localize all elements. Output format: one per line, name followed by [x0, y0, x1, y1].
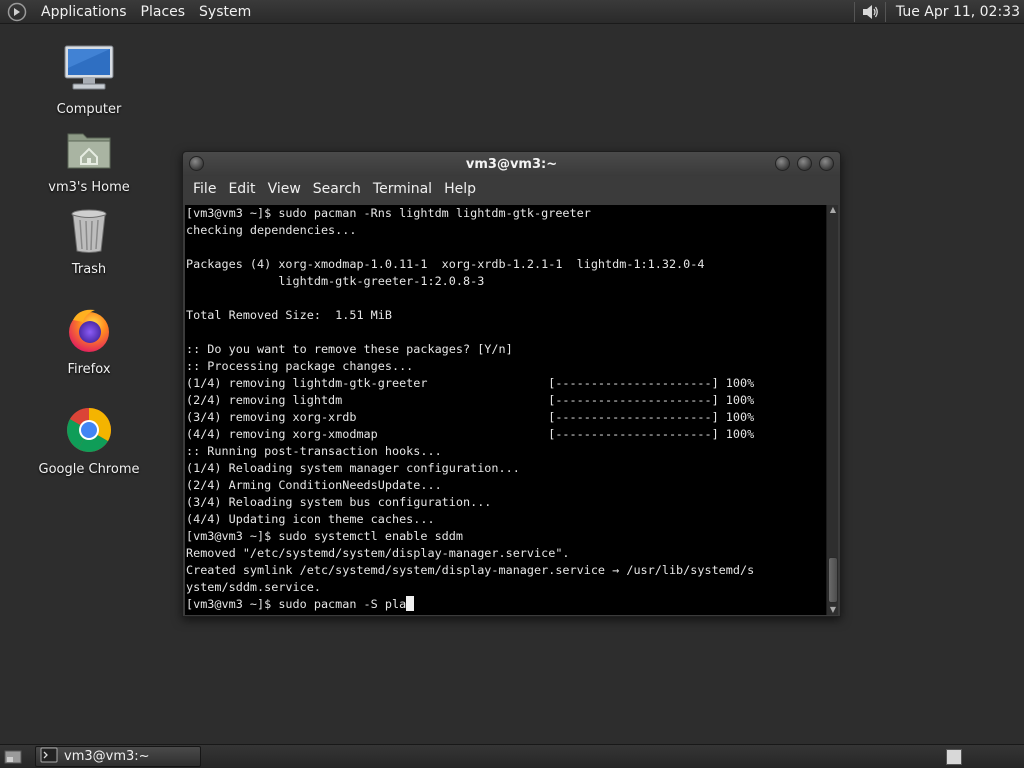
desktop-icon-firefox[interactable]: Firefox — [29, 306, 149, 377]
terminal-line: (1/4) removing lightdm-gtk-greeter [----… — [186, 376, 755, 390]
terminal-line: :: Do you want to remove these packages?… — [186, 342, 513, 356]
places-menu[interactable]: Places — [134, 0, 193, 24]
chrome-icon — [65, 406, 113, 458]
workspace-switcher[interactable] — [946, 748, 962, 765]
terminal-line: :: Processing package changes... — [186, 359, 414, 373]
terminal-line: (3/4) Reloading system bus configuration… — [186, 495, 492, 509]
maximize-button[interactable] — [797, 156, 812, 171]
scroll-down-arrow-icon[interactable]: ▼ — [827, 605, 839, 615]
prompt-text: [vm3@vm3 ~]$ sudo pacman -S pla — [186, 597, 407, 611]
terminal-line: Total Removed Size: 1.51 MiB — [186, 308, 392, 322]
close-button[interactable] — [819, 156, 834, 171]
terminal-line: (2/4) Arming ConditionNeedsUpdate... — [186, 478, 442, 492]
terminal-line: (3/4) removing xorg-xrdb [--------------… — [186, 410, 755, 424]
terminal-line: checking dependencies... — [186, 223, 357, 237]
desktop-icon-trash[interactable]: Trash — [29, 208, 149, 277]
terminal-window[interactable]: vm3@vm3:~ File Edit View Search Terminal… — [182, 151, 841, 617]
clock[interactable]: Tue Apr 11, 02:33 — [890, 4, 1024, 20]
terminal-line: ystem/sddm.service. — [186, 580, 321, 594]
home-folder-icon — [65, 128, 113, 176]
show-desktop-icon[interactable] — [3, 748, 23, 766]
terminal-line: lightdm-gtk-greeter-1:2.0.8-3 — [186, 274, 485, 288]
trash-icon — [69, 208, 109, 258]
desktop-icon-label: Trash — [71, 262, 107, 277]
system-menu[interactable]: System — [192, 0, 258, 24]
panel-separator — [884, 1, 886, 22]
scroll-up-arrow-icon[interactable]: ▲ — [827, 205, 839, 215]
applications-menu[interactable]: Applications — [34, 0, 134, 24]
terminal-prompt-line: [vm3@vm3 ~]$ sudo pacman -S pla — [186, 596, 827, 613]
text-cursor — [406, 596, 415, 611]
desktop-icon-label: Firefox — [67, 362, 111, 377]
main-menu-logo-icon[interactable] — [6, 1, 28, 23]
desktop-icon-chrome[interactable]: Google Chrome — [29, 406, 149, 477]
terminal-line: :: Running post-transaction hooks... — [186, 444, 442, 458]
terminal-scrollbar[interactable]: ▲ ▼ — [826, 205, 838, 615]
desktop-icon-computer[interactable]: Computer — [29, 44, 149, 117]
terminal-line: Packages (4) xorg-xmodmap-1.0.11-1 xorg-… — [186, 257, 705, 271]
terminal-line: Created symlink /etc/systemd/system/disp… — [186, 563, 755, 577]
terminal-line: [vm3@vm3 ~]$ sudo pacman -Rns lightdm li… — [186, 206, 591, 220]
panel-separator — [853, 1, 855, 22]
terminal-icon — [40, 747, 58, 767]
scrollbar-thumb[interactable] — [828, 557, 838, 603]
computer-icon — [63, 44, 115, 98]
terminal-line: (2/4) removing lightdm [----------------… — [186, 393, 755, 407]
terminal-lines: [vm3@vm3 ~]$ sudo pacman -Rns lightdm li… — [185, 205, 827, 613]
terminal-line: (4/4) removing xorg-xmodmap [-----------… — [186, 427, 755, 441]
menu-help[interactable]: Help — [438, 181, 482, 197]
menu-search[interactable]: Search — [307, 181, 367, 197]
desktop-icon-label: vm3's Home — [48, 180, 130, 195]
minimize-button[interactable] — [775, 156, 790, 171]
window-title: vm3@vm3:~ — [465, 156, 558, 172]
firefox-icon — [65, 306, 113, 358]
desktop-icon-label: Google Chrome — [38, 462, 140, 477]
terminal-line: (1/4) Reloading system manager configura… — [186, 461, 520, 475]
bottom-panel: vm3@vm3:~ — [0, 744, 1024, 768]
terminal-line: (4/4) Updating icon theme caches... — [186, 512, 435, 526]
terminal-line: [vm3@vm3 ~]$ sudo systemctl enable sddm — [186, 529, 463, 543]
menu-terminal[interactable]: Terminal — [367, 181, 438, 197]
menu-edit[interactable]: Edit — [222, 181, 261, 197]
terminal-output[interactable]: [vm3@vm3 ~]$ sudo pacman -Rns lightdm li… — [185, 205, 827, 615]
window-titlebar[interactable]: vm3@vm3:~ — [183, 152, 840, 176]
taskbar-button-terminal[interactable]: vm3@vm3:~ — [35, 746, 201, 767]
terminal-menubar: File Edit View Search Terminal Help — [183, 176, 840, 202]
menu-file[interactable]: File — [187, 181, 222, 197]
desktop-icon-home[interactable]: vm3's Home — [29, 128, 149, 195]
top-panel: Applications Places System Tue Apr 11, 0… — [0, 0, 1024, 24]
desktop-icon-label: Computer — [56, 102, 122, 117]
speaker-icon[interactable] — [859, 1, 881, 23]
taskbar-button-label: vm3@vm3:~ — [64, 749, 150, 764]
terminal-line: Removed "/etc/systemd/system/display-man… — [186, 546, 570, 560]
menu-view[interactable]: View — [262, 181, 307, 197]
